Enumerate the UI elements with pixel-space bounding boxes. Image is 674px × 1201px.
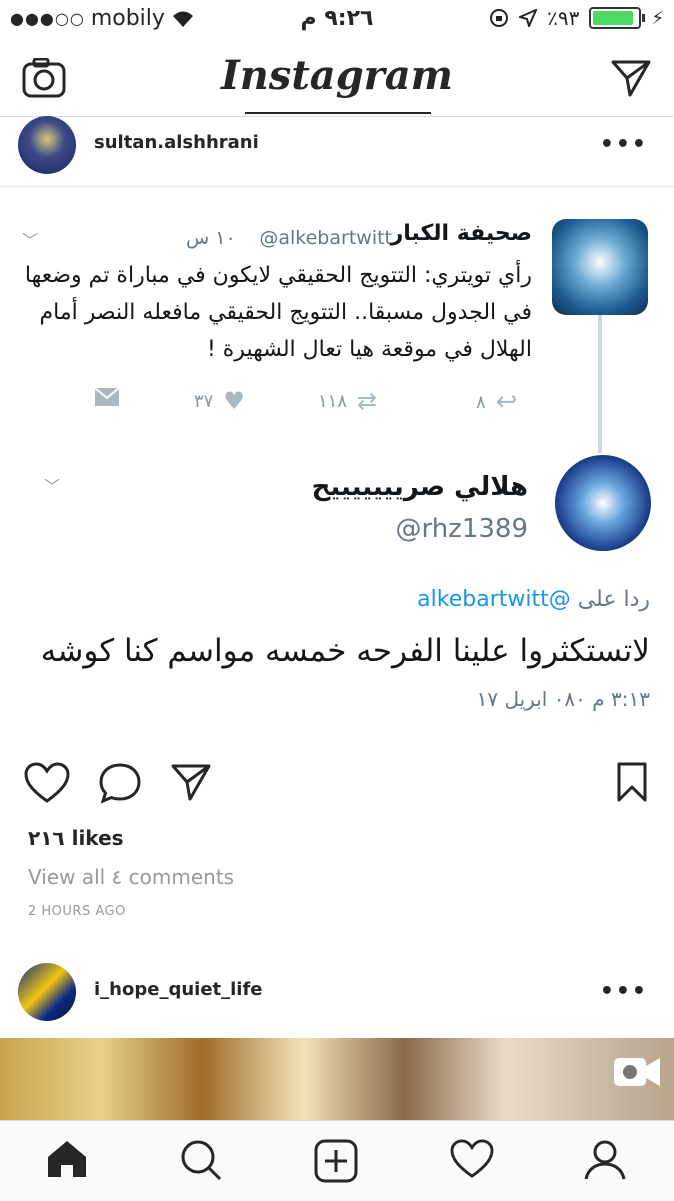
like-button[interactable] <box>24 762 70 808</box>
status-bar: ●●●○○ mobily ٩:٢٦ م ٪٩٣ ⚡ <box>0 0 674 40</box>
direct-share-icon <box>171 764 211 801</box>
replying-handle: @alkebartwitt <box>417 587 571 612</box>
home-icon <box>48 1141 86 1177</box>
mail-icon <box>94 387 120 406</box>
post-author-avatar[interactable] <box>18 116 76 174</box>
tab-search[interactable] <box>180 1139 222 1185</box>
direct-message-icon <box>611 60 651 97</box>
tweet-time: ١٠ س <box>186 227 236 249</box>
logo-underline <box>245 112 431 114</box>
reply-author-avatar <box>555 455 651 551</box>
view-comments-link[interactable]: View all ٤ comments <box>28 865 234 889</box>
video-icon <box>612 1054 662 1094</box>
activity-heart-icon <box>450 1139 494 1178</box>
tweet-like-count: ٣٧ <box>194 390 214 412</box>
comment-icon <box>99 763 141 804</box>
tweet-handle: @alkebartwitt <box>259 227 392 249</box>
reply-author-name: هلالي صريييييييح <box>311 472 528 502</box>
tweet-reply-action: ٨ ↩ <box>476 387 517 417</box>
tweet-text: رأي تويتري: التتويج الحقيقي لايكون في مب… <box>24 263 532 362</box>
post2-author-username[interactable]: i_hope_quiet_life <box>94 979 263 1000</box>
tweet-reply-count: ٨ <box>476 391 486 413</box>
search-icon <box>181 1140 222 1181</box>
profile-icon <box>584 1140 626 1180</box>
tweet-retweet-count: ١١٨ <box>318 390 348 412</box>
retweet-icon: ⇄ <box>357 387 378 415</box>
likes-count[interactable]: ٢١٦ likes <box>28 826 124 850</box>
rotation-lock-icon <box>490 9 509 27</box>
instagram-logo: Instagram <box>221 52 453 99</box>
share-button[interactable] <box>170 762 212 806</box>
reply-author-handle: @rhz1389 <box>395 514 528 544</box>
tweet-dm-action <box>94 387 120 407</box>
post-author-username[interactable]: sultan.alshhrani <box>94 132 259 153</box>
tab-activity[interactable] <box>450 1139 494 1183</box>
tab-home[interactable] <box>46 1139 88 1183</box>
tab-add[interactable] <box>314 1139 358 1187</box>
post2-author-avatar[interactable] <box>18 963 76 1021</box>
chevron-down-icon: ﹀ <box>44 477 61 496</box>
like-heart-icon: ♥ <box>223 387 245 415</box>
comment-button[interactable] <box>98 762 142 808</box>
bottom-tab-bar <box>0 1120 674 1201</box>
tab-profile[interactable] <box>584 1139 626 1185</box>
battery-percent: ٪٩٣ <box>547 6 580 30</box>
post-more-options[interactable]: ••• <box>600 132 648 157</box>
reply-timestamp: ٣:١٣ م ٠٨٠ ابريل ١٧ <box>476 687 650 711</box>
tweet-author-name: صحيفة الكبار <box>390 221 532 246</box>
replying-to: ردا على @alkebartwitt <box>417 587 650 612</box>
reply-text: لاتستكثروا علينا الفرحه خمسه مواسم كنا ك… <box>40 633 650 669</box>
replying-prefix: ردا على <box>577 587 650 612</box>
post2-more-options[interactable]: ••• <box>600 979 648 1004</box>
tweet-retweet-action: ١١٨ ⇄ <box>318 387 377 415</box>
tweet-author-avatar <box>552 219 648 315</box>
status-right: ٪٩٣ ⚡ <box>489 6 664 30</box>
thread-line <box>598 315 602 453</box>
bookmark-icon <box>617 762 647 802</box>
post-actions <box>0 762 674 806</box>
charging-icon: ⚡ <box>651 7 664 29</box>
chevron-down-icon: ﹀ <box>22 231 39 250</box>
top-nav: Instagram <box>0 40 674 117</box>
post-image-tweet[interactable]: ﹀ ١٠ س @alkebartwitt صحيفة الكبار رأي تو… <box>0 186 674 742</box>
post2-video-thumbnail[interactable] <box>0 1038 674 1120</box>
reply-arrow-icon: ↩ <box>495 387 518 417</box>
direct-message-button[interactable] <box>610 58 652 102</box>
save-button[interactable] <box>616 762 648 806</box>
location-icon <box>519 9 538 27</box>
tweet-like-action: ٣٧ ♥ <box>194 387 245 415</box>
heart-icon <box>24 762 70 803</box>
add-post-icon <box>314 1139 358 1183</box>
battery-icon <box>589 7 646 29</box>
post-time-ago: 2 HOURS AGO <box>28 904 126 919</box>
